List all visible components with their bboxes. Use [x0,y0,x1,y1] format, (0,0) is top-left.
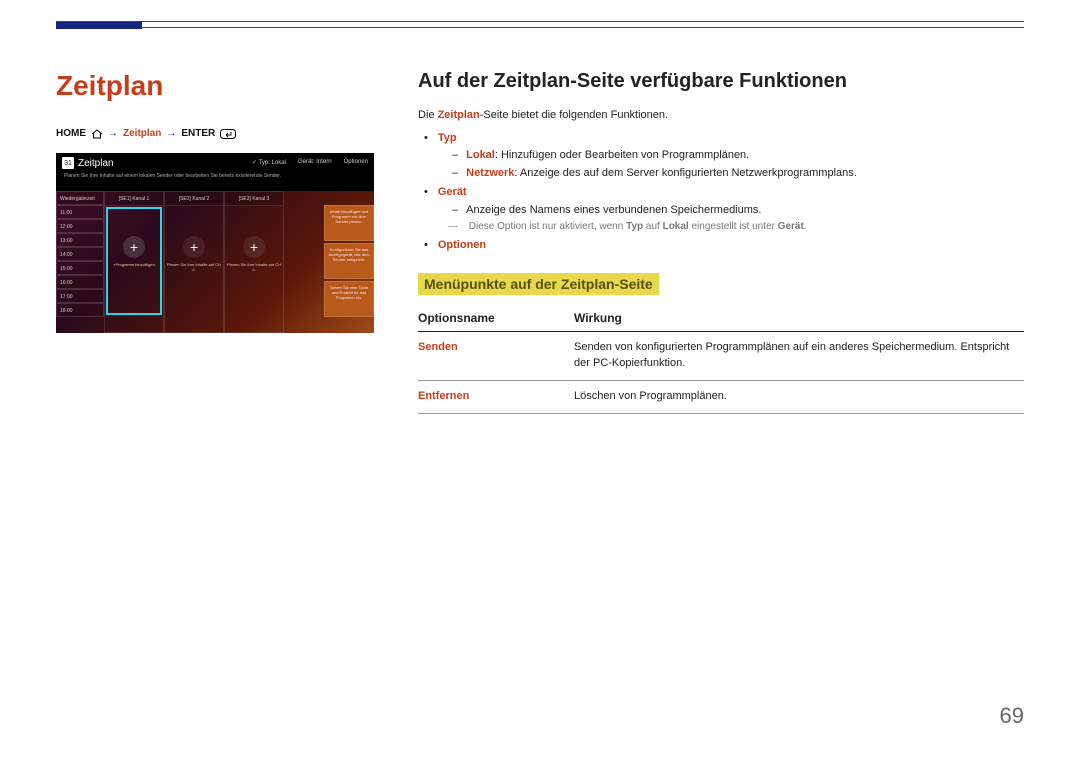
bullet-subitem: Anzeige des Namens eines verbundenen Spe… [452,202,1024,220]
ss-optionen: Optionen [344,159,368,166]
right-column: Auf der Zeitplan-Seite verfügbare Funkti… [418,70,1024,414]
bullet-item: Gerät [424,184,1024,202]
left-column: Zeitplan HOME → Zeitplan → ENTER 31 Zeit… [56,70,374,414]
enter-icon [220,129,236,139]
ss-geraet: Gerät: Intern [298,159,332,166]
ss-title: Zeitplan [78,158,114,169]
options-table: Optionsname Wirkung Senden Senden von ko… [418,305,1024,414]
ss-time-cell: 12:00 [56,219,104,233]
table-row: Senden Senden von konfigurierten Program… [418,332,1024,381]
ss-channel-caption: Planen Sie Ihre Inhalte auf CH 2. [165,262,223,272]
ss-time-cell: 14:00 [56,247,104,261]
breadcrumb-home: HOME [56,128,86,139]
ss-time-cell: 11:00 [56,205,104,219]
plus-icon: + [243,236,265,258]
home-icon [91,129,103,139]
page-number: 69 [1000,703,1024,729]
ss-channel-head: [SE1] Kanal 1 [105,192,163,206]
bullet-item: Typ [424,130,1024,148]
ss-sidebar: Inhalt hinzufügen und Programm auf dem S… [324,205,374,333]
ss-channel-head: [SE3] Kanal 3 [225,192,283,206]
bullet-item: Optionen [424,237,1024,255]
ss-typ: ✓ Typ: Lokal [252,159,286,166]
option-desc: Löschen von Programmplänen. [574,380,1024,413]
ss-subtitle: Planen Sie Ihre Inhalte auf einem lokale… [64,173,281,179]
breadcrumb-arrow: → [166,128,176,139]
breadcrumb-item: Zeitplan [123,128,161,139]
calendar-icon: 31 [62,157,74,169]
page-body: Zeitplan HOME → Zeitplan → ENTER 31 Zeit… [56,70,1024,414]
bullet-list: Typ Lokal: Hinzufügen oder Bearbeiten vo… [424,130,1024,256]
ss-selection-highlight [106,207,162,315]
ss-sidebar-box: Konfigurieren Sie das Anzeigegerät, das … [324,243,374,279]
option-desc: Senden von konfigurierten Programmplänen… [574,332,1024,381]
ss-channel-col: [SE2] Kanal 2 + Planen Sie Ihre Inhalte … [164,191,224,333]
table-row: Entfernen Löschen von Programmplänen. [418,380,1024,413]
breadcrumb-arrow: → [108,128,118,139]
ss-time-column: Wiedergabezeit 11:00 12:00 13:00 14:00 1… [56,191,104,333]
bullet-subitem: Netzwerk: Anzeige des auf dem Server kon… [452,165,1024,183]
ss-channel-col: [SE3] Kanal 3 + Planen Sie Ihre Inhalte … [224,191,284,333]
plus-icon: + [183,236,205,258]
ss-time-cell: 13:00 [56,233,104,247]
ss-time-header: Wiedergabezeit [56,191,104,205]
table-header: Optionsname [418,305,574,332]
ss-grid: Wiedergabezeit 11:00 12:00 13:00 14:00 1… [56,191,374,333]
ss-sidebar-box: Geben Sie eine Taste und Endzeit für das… [324,281,374,317]
ss-time-cell: 15:00 [56,261,104,275]
ss-titlebar: 31 Zeitplan [62,157,114,169]
ss-top-controls: ✓ Typ: Lokal Gerät: Intern Optionen [252,159,368,166]
table-header: Wirkung [574,305,1024,332]
ss-time-cell: 18:00 [56,303,104,317]
ss-time-cell: 17:00 [56,289,104,303]
intro-paragraph: Die Zeitplan-Seite bietet die folgenden … [418,107,1024,124]
option-name: Entfernen [418,380,574,413]
bullet-note: Diese Option ist nur aktiviert, wenn Typ… [448,219,1024,235]
ss-sidebar-box: Inhalt hinzufügen und Programm auf dem S… [324,205,374,241]
page-title: Zeitplan [56,70,374,102]
subsection-heading: Menüpunkte auf der Zeitplan-Seite [418,273,659,295]
breadcrumb: HOME → Zeitplan → ENTER [56,128,374,139]
ss-channel-caption: Planen Sie Ihre Inhalte auf CH 3. [225,262,283,272]
section-heading: Auf der Zeitplan-Seite verfügbare Funkti… [418,70,1024,93]
ss-time-cell: 16:00 [56,275,104,289]
ui-screenshot: 31 Zeitplan ✓ Typ: Lokal Gerät: Intern O… [56,153,374,333]
option-name: Senden [418,332,574,381]
breadcrumb-enter: ENTER [181,128,215,139]
ss-channel-head: [SE2] Kanal 2 [165,192,223,206]
header-rule [56,21,1024,28]
header-mark [56,22,142,29]
bullet-subitem: Lokal: Hinzufügen oder Bearbeiten von Pr… [452,147,1024,165]
